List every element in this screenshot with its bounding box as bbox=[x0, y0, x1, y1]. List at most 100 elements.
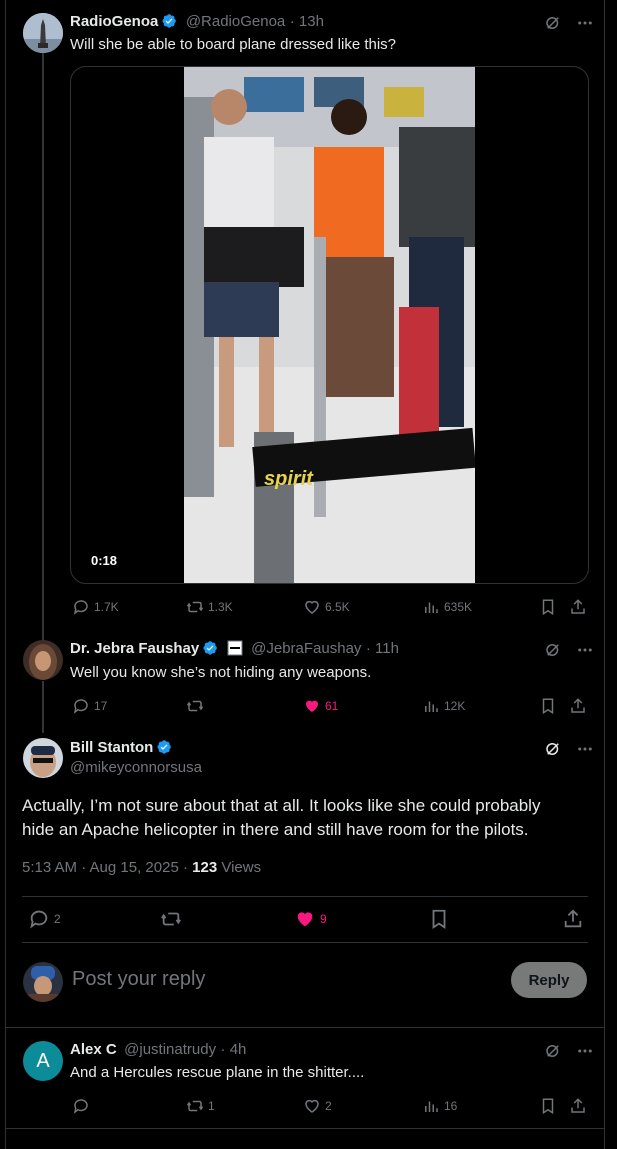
share-button[interactable] bbox=[569, 696, 587, 716]
reply-button[interactable]: 2 bbox=[28, 908, 61, 930]
post-top-actions bbox=[544, 641, 594, 659]
avatar[interactable] bbox=[23, 13, 63, 53]
reply-button[interactable]: 17 bbox=[72, 696, 107, 716]
views-button[interactable]: 16 bbox=[422, 1096, 457, 1116]
like-button[interactable]: 6.5K bbox=[303, 597, 350, 617]
post-time[interactable]: 13h bbox=[299, 13, 324, 30]
main-post-text: Actually, I’m not sure about that at all… bbox=[22, 794, 597, 842]
spirit-logo: spirit bbox=[264, 468, 314, 490]
bookmark-icon bbox=[542, 599, 554, 616]
post-text: Will she be able to board plane dressed … bbox=[70, 36, 397, 53]
verified-badge-icon bbox=[157, 740, 172, 754]
author-name[interactable]: Bill Stanton bbox=[70, 739, 153, 756]
analytics-icon bbox=[425, 701, 438, 712]
avatar[interactable]: A bbox=[23, 1041, 63, 1081]
grok-icon[interactable] bbox=[544, 641, 562, 659]
views-count: 123 bbox=[192, 859, 218, 876]
heart-icon bbox=[305, 1099, 319, 1113]
bookmark-icon bbox=[542, 698, 554, 715]
repost-button[interactable]: 1 bbox=[186, 1096, 215, 1116]
share-button[interactable] bbox=[569, 597, 587, 617]
reply-button[interactable]: Reply bbox=[511, 962, 587, 998]
heart-filled-icon bbox=[306, 700, 318, 712]
share-icon bbox=[571, 698, 585, 713]
repost-button[interactable] bbox=[160, 908, 182, 930]
heart-filled-icon bbox=[297, 912, 313, 927]
video-duration: 0:18 bbox=[91, 553, 118, 568]
divider bbox=[6, 1027, 604, 1028]
avatar[interactable] bbox=[23, 962, 63, 1002]
thread-line bbox=[42, 52, 44, 642]
reply-input[interactable]: Post your reply bbox=[72, 968, 205, 991]
views-count: 12K bbox=[444, 699, 466, 713]
author-handle[interactable]: @JebraFaushay bbox=[251, 640, 361, 657]
avatar[interactable] bbox=[23, 640, 63, 680]
share-button[interactable] bbox=[569, 1096, 587, 1116]
more-icon[interactable] bbox=[576, 14, 594, 32]
reply-button[interactable] bbox=[72, 1096, 90, 1116]
like-button[interactable]: 61 bbox=[303, 696, 338, 716]
post-actions: 1 2 16 bbox=[70, 1096, 589, 1116]
grok-icon[interactable] bbox=[544, 14, 562, 32]
post-header: Alex C @justinatrudy · 4h bbox=[70, 1041, 247, 1058]
post-top-actions bbox=[544, 14, 594, 32]
like-count: 9 bbox=[320, 912, 327, 926]
post-actions: 17 61 12K bbox=[70, 696, 589, 716]
like-button[interactable]: 9 bbox=[294, 908, 327, 930]
more-icon[interactable] bbox=[576, 740, 594, 758]
views-count: 635K bbox=[444, 600, 473, 614]
video-player[interactable]: spirit 0:18 bbox=[70, 66, 589, 584]
like-count: 6.5K bbox=[325, 600, 350, 614]
author-name[interactable]: Dr. Jebra Faushay bbox=[70, 640, 199, 657]
divider bbox=[22, 896, 588, 897]
share-button[interactable] bbox=[562, 908, 584, 930]
reply-count: 17 bbox=[94, 699, 108, 713]
bookmark-button[interactable] bbox=[428, 908, 450, 930]
repost-button[interactable] bbox=[186, 696, 204, 716]
like-button[interactable]: 2 bbox=[303, 1096, 332, 1116]
repost-button[interactable]: 1.3K bbox=[186, 597, 233, 617]
post-time[interactable]: 4h bbox=[230, 1041, 247, 1058]
verified-badge-icon bbox=[162, 14, 177, 28]
grok-icon[interactable] bbox=[544, 1042, 562, 1060]
author-handle[interactable]: @justinatrudy bbox=[124, 1041, 216, 1058]
repost-icon bbox=[186, 700, 204, 712]
reply-button[interactable]: 1.7K bbox=[72, 597, 119, 617]
author-name[interactable]: Alex C bbox=[70, 1041, 117, 1058]
post-header: RadioGenoa @RadioGenoa · 13h bbox=[70, 13, 324, 30]
views-button[interactable]: 635K bbox=[422, 597, 472, 617]
radiogenoa-avatar-icon bbox=[23, 13, 63, 53]
repost-icon bbox=[161, 912, 181, 926]
author-name[interactable]: RadioGenoa bbox=[70, 13, 158, 30]
more-icon[interactable] bbox=[576, 1042, 594, 1060]
reply-icon bbox=[73, 1099, 88, 1114]
main-post-text-line: hide an Apache helicopter in there and s… bbox=[22, 820, 529, 839]
like-count: 2 bbox=[325, 1099, 332, 1113]
share-icon bbox=[571, 599, 585, 614]
repost-icon bbox=[186, 1100, 204, 1112]
grok-icon[interactable] bbox=[544, 740, 562, 758]
post-time[interactable]: 11h bbox=[375, 640, 399, 657]
bookmark-button[interactable] bbox=[539, 1096, 557, 1116]
heart-icon bbox=[305, 600, 319, 614]
divider bbox=[6, 1128, 604, 1129]
avatar[interactable] bbox=[23, 738, 63, 778]
bookmark-button[interactable] bbox=[539, 597, 557, 617]
more-icon[interactable] bbox=[576, 641, 594, 659]
analytics-icon bbox=[425, 1101, 438, 1112]
affiliate-badge-icon bbox=[227, 640, 243, 656]
reply-icon bbox=[73, 600, 88, 615]
reply-icon bbox=[73, 699, 88, 714]
views-button[interactable]: 12K bbox=[422, 696, 465, 716]
bill-avatar-icon bbox=[23, 738, 63, 778]
post-actions: 1.7K 1.3K 6.5K 635K bbox=[70, 597, 589, 617]
post-header: Dr. Jebra Faushay @JebraFaushay · 11h bbox=[70, 640, 399, 657]
bookmark-icon bbox=[542, 1098, 554, 1115]
timestamp[interactable]: 5:13 AM · Aug 15, 2025 bbox=[22, 859, 179, 876]
author-handle[interactable]: @mikeyconnorsusa bbox=[70, 759, 202, 776]
divider bbox=[22, 942, 588, 943]
bookmark-button[interactable] bbox=[539, 696, 557, 716]
repost-count: 1.3K bbox=[208, 600, 233, 614]
author-handle[interactable]: @RadioGenoa bbox=[186, 13, 285, 30]
repost-count: 1 bbox=[208, 1099, 215, 1113]
